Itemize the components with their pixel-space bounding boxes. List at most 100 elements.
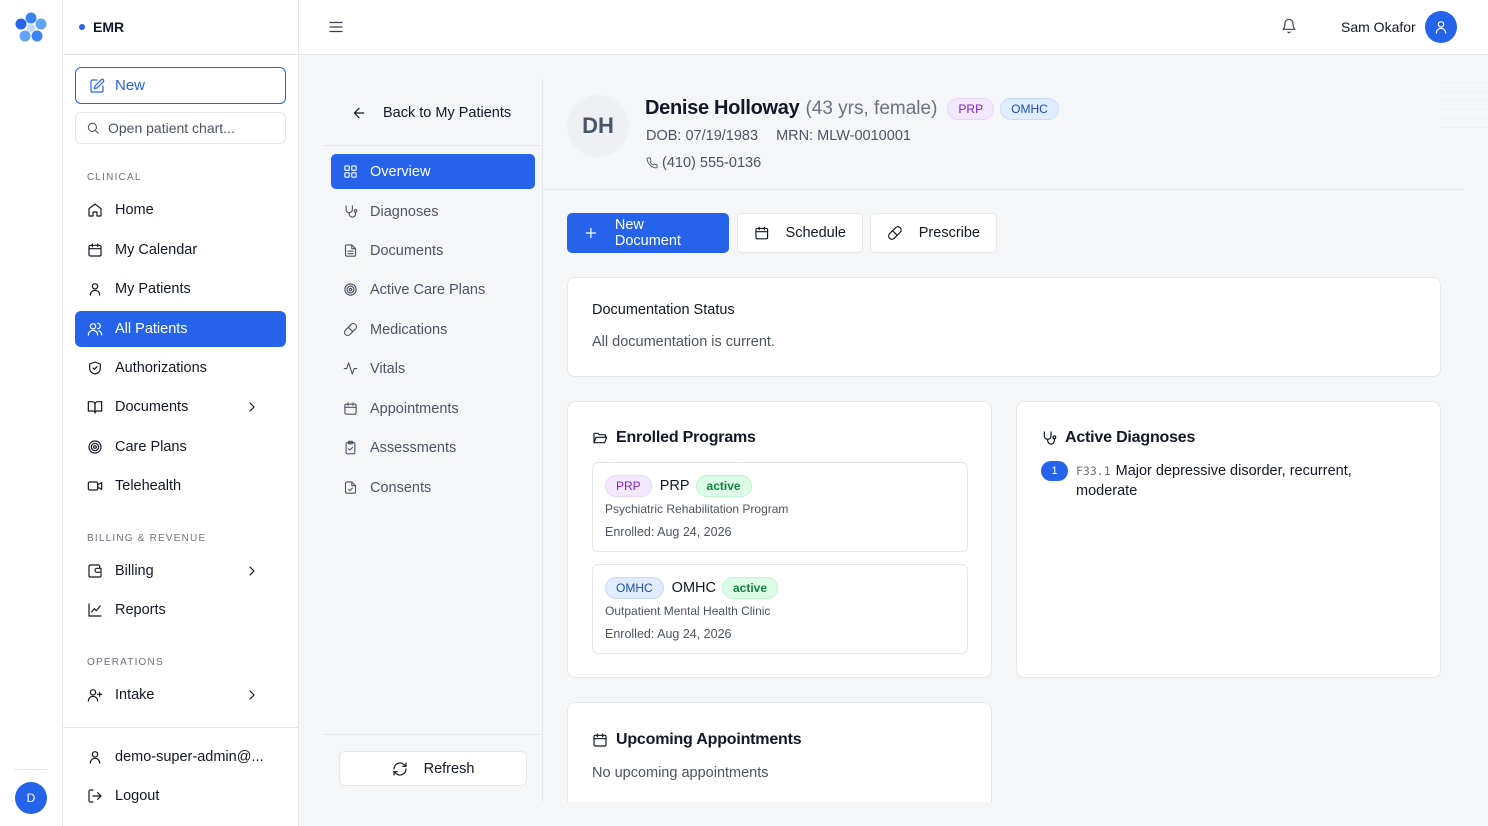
new-button[interactable]: New	[75, 67, 286, 104]
sidebar-item-my-patients[interactable]: My Patients	[75, 271, 286, 307]
diagnosis-rank-badge: 1	[1041, 461, 1068, 481]
sidebar-item-documents[interactable]: Documents	[75, 389, 286, 425]
menu-icon[interactable]	[327, 18, 345, 36]
status-dot-icon	[79, 24, 85, 30]
tab-appointments[interactable]: Appointments	[331, 391, 535, 426]
chevron-right-icon	[249, 402, 255, 412]
pill-icon	[344, 323, 357, 336]
user-name[interactable]: Sam Okafor	[1341, 19, 1416, 35]
refresh-icon	[393, 761, 407, 776]
documentation-status-title: Documentation Status	[592, 302, 735, 318]
program-description: Psychiatric Rehabilitation Program	[605, 502, 789, 516]
sidebar-item-all-patients[interactable]: All Patients	[75, 311, 286, 347]
tab-vitals[interactable]: Vitals	[331, 351, 535, 386]
book-open-icon	[87, 401, 103, 414]
user-avatar[interactable]	[1425, 11, 1457, 43]
rail-avatar[interactable]: D	[15, 782, 47, 814]
target-icon	[344, 283, 357, 296]
diagnosis-code: F33.1	[1076, 464, 1111, 478]
prescribe-button[interactable]: Prescribe	[870, 213, 997, 253]
patient-dob: DOB: 07/19/1983	[646, 128, 759, 144]
pill-icon	[888, 226, 902, 240]
tab-overview[interactable]: Overview	[331, 154, 535, 189]
user-icon	[89, 283, 101, 296]
folder-open-icon	[593, 432, 608, 444]
stethoscope-icon	[1043, 431, 1057, 445]
new-document-button[interactable]: New Document	[567, 213, 729, 253]
sidebar-item-intake[interactable]: Intake	[75, 677, 286, 713]
program-badge-prp: PRP	[947, 97, 995, 120]
stethoscope-icon	[345, 205, 358, 218]
back-to-patients-link[interactable]: Back to My Patients	[351, 105, 511, 121]
sidebar: EMR New Open patient chart... CLINICAL H…	[63, 0, 299, 826]
section-clinical: CLINICAL	[87, 172, 142, 183]
patient-header: DH Denise Holloway (43 yrs, female) PRP …	[543, 79, 1464, 190]
app-logo-icon[interactable]	[14, 11, 48, 43]
appointments-empty-text: No upcoming appointments	[592, 765, 769, 781]
program-badge-omhc: OMHC	[605, 577, 664, 599]
users-icon	[87, 322, 103, 336]
target-icon	[88, 440, 102, 454]
tab-diagnoses[interactable]: Diagnoses	[331, 194, 535, 229]
program-item[interactable]: OMHC OMHC active Outpatient Mental Healt…	[592, 564, 968, 654]
account-item[interactable]: demo-super-admin@...	[75, 739, 286, 775]
program-description: Outpatient Mental Health Clinic	[605, 604, 771, 618]
user-plus-icon	[87, 689, 103, 702]
patient-search-input[interactable]: Open patient chart...	[75, 112, 286, 144]
video-icon	[87, 481, 103, 491]
shield-check-icon	[89, 361, 101, 375]
program-enrolled-date: Enrolled: Aug 24, 2026	[605, 627, 732, 641]
status-badge: active	[721, 577, 779, 599]
search-icon	[87, 122, 99, 134]
sidebar-item-billing[interactable]: Billing	[75, 553, 286, 589]
sidebar-item-authorizations[interactable]: Authorizations	[75, 350, 286, 386]
sidebar-item-calendar[interactable]: My Calendar	[75, 232, 286, 268]
calendar-icon	[344, 402, 357, 415]
program-badge-prp: PRP	[605, 475, 652, 497]
patient-name-row: Denise Holloway (43 yrs, female) PRP OMH…	[645, 97, 1059, 120]
tab-assessments[interactable]: Assessments	[331, 430, 535, 465]
chevron-right-icon	[249, 566, 255, 576]
upcoming-appointments-title: Upcoming Appointments	[592, 731, 802, 749]
app-rail: D	[0, 0, 63, 826]
patient-phone: (410) 555-0136	[646, 155, 761, 171]
sidebar-item-reports[interactable]: Reports	[75, 592, 286, 628]
patient-name: Denise Holloway	[645, 97, 800, 119]
refresh-button[interactable]: Refresh	[339, 751, 527, 786]
wallet-icon	[88, 564, 102, 578]
section-operations: OPERATIONS	[87, 657, 164, 668]
active-diagnoses-title: Active Diagnoses	[1041, 429, 1195, 447]
status-badge: active	[695, 475, 752, 497]
logout-icon	[88, 789, 102, 803]
diagnosis-item[interactable]: 1 F33.1 Major depressive disorder, recurr…	[1041, 461, 1396, 501]
patient-nav: Back to My Patients Overview Diagnoses D…	[323, 79, 543, 802]
enrolled-programs-title: Enrolled Programs	[592, 429, 756, 447]
tab-documents[interactable]: Documents	[331, 233, 535, 268]
user-icon	[89, 751, 101, 764]
clipboard-check-icon	[345, 440, 356, 455]
documentation-status-text: All documentation is current.	[592, 334, 775, 350]
enrolled-programs-card: Enrolled Programs PRP PRP active Psychia…	[567, 401, 992, 678]
sidebar-item-home[interactable]: Home	[75, 192, 286, 228]
home-icon	[88, 203, 102, 217]
top-header: Sam Okafor	[299, 0, 1488, 55]
program-name: PRP	[659, 478, 690, 494]
logout-button[interactable]: Logout	[75, 778, 286, 814]
diagnosis-description: Major depressive disorder, recurrent, mo…	[1076, 463, 1352, 499]
calendar-icon	[593, 733, 607, 747]
program-item[interactable]: PRP PRP active Psychiatric Rehabilitatio…	[592, 462, 968, 552]
tab-consents[interactable]: Consents	[331, 470, 535, 505]
schedule-button[interactable]: Schedule	[737, 213, 863, 253]
sidebar-item-care-plans[interactable]: Care Plans	[75, 429, 286, 465]
program-name: OMHC	[671, 580, 716, 596]
patient-avatar: DH	[567, 95, 629, 157]
tab-medications[interactable]: Medications	[331, 312, 535, 347]
patient-meta: DOB: 07/19/1983 MRN: MLW-0010001	[646, 128, 911, 144]
bell-icon[interactable]	[1281, 18, 1297, 34]
activity-icon	[343, 362, 358, 375]
decorative-lines	[1440, 82, 1488, 138]
tab-active-care-plans[interactable]: Active Care Plans	[331, 272, 535, 307]
user-icon	[1435, 21, 1447, 34]
program-enrolled-date: Enrolled: Aug 24, 2026	[605, 525, 732, 539]
sidebar-item-telehealth[interactable]: Telehealth	[75, 468, 286, 504]
